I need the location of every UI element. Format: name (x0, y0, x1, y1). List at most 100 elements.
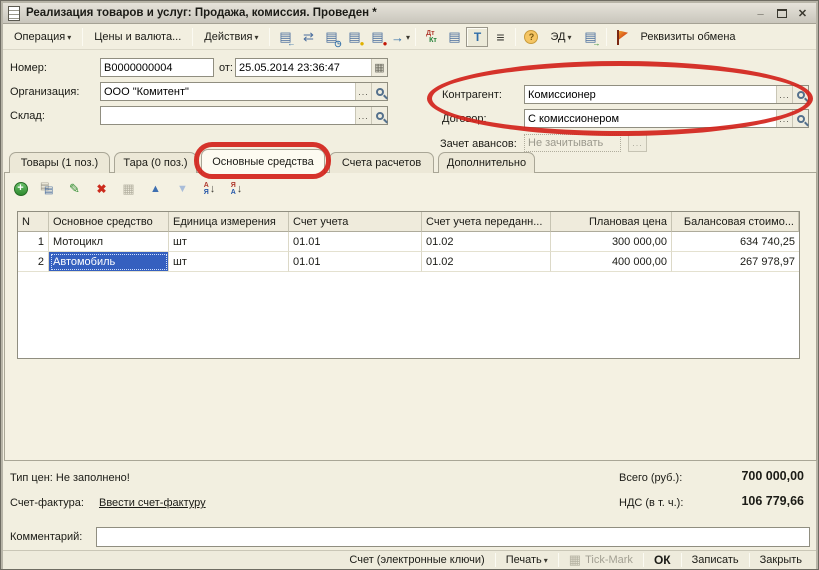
copy-icon: ▤▤ (40, 181, 55, 196)
help-button[interactable]: ? (520, 27, 542, 47)
transfer-account-cell[interactable]: 01.02 (422, 232, 551, 252)
column-header-n: N (18, 212, 49, 232)
maximize-button[interactable] (773, 6, 790, 21)
advance-offset-select-button: ... (628, 134, 647, 152)
comment-field-group (96, 527, 810, 547)
table-row: 1 Мотоцикл шт 01.01 01.02 300 000,00 634… (18, 232, 799, 252)
close-form-button[interactable]: Закрыть (752, 553, 810, 567)
tab-additional[interactable]: Дополнительно (438, 152, 535, 173)
unpost-document-button[interactable]: ▤● (366, 27, 388, 47)
book-value-cell[interactable]: 634 740,25 (672, 232, 799, 252)
list-icon: ≡ (496, 29, 504, 45)
ed-menu-button[interactable]: ЭД▾ (543, 28, 578, 46)
contractor-open-button[interactable] (792, 86, 808, 103)
tab-settlement-accounts[interactable]: Счета расчетов (329, 152, 434, 173)
transfer-account-cell[interactable]: 01.02 (422, 252, 551, 272)
repost-document-button[interactable]: ▤← (274, 27, 296, 47)
window-title: Реализация товаров и услуг: Продажа, ком… (26, 7, 377, 19)
add-row-button[interactable]: + (12, 180, 29, 197)
print-button[interactable]: Печать▾ (498, 553, 556, 567)
grid-icon: ▦ (569, 552, 581, 568)
edit-row-button[interactable]: ✎ (66, 180, 83, 197)
total-label: Всего (руб.): (619, 472, 682, 484)
timeline-toggle-button[interactable]: Т (466, 27, 488, 47)
exchange-attributes-label[interactable]: Реквизиты обмена (634, 28, 743, 46)
unit-cell[interactable]: шт (169, 232, 289, 252)
move-row-up-button[interactable]: ▲ (147, 180, 164, 197)
account-cell[interactable]: 01.01 (289, 252, 422, 272)
dt-kt-postings-button[interactable]: ДтКт (420, 27, 442, 47)
ok-button[interactable]: ОК (646, 552, 679, 568)
vat-value: 106 779,66 (741, 494, 804, 508)
date-input[interactable] (236, 59, 371, 76)
comment-input[interactable] (97, 528, 809, 546)
minimize-button[interactable]: _ (752, 6, 769, 21)
document-report-button[interactable]: ▤ (443, 27, 465, 47)
invoice-electronic-keys-button[interactable]: Счет (электронные ключи) (341, 553, 492, 567)
edo-document-button[interactable]: ▤→ (580, 27, 602, 47)
row-number-cell[interactable]: 2 (18, 252, 49, 272)
planned-price-cell[interactable]: 400 000,00 (551, 252, 672, 272)
operation-menu-button[interactable]: Операция▾ (7, 28, 78, 46)
fixed-assets-table: N Основное средство Единица измерения Сч… (17, 211, 800, 359)
row-number-cell[interactable]: 1 (18, 232, 49, 252)
save-button[interactable]: Записать (684, 553, 747, 567)
organization-field-group: ... (100, 82, 388, 101)
organization-input[interactable] (101, 83, 355, 100)
organization-select-button[interactable]: ... (355, 83, 371, 100)
number-input[interactable] (101, 59, 213, 76)
magnifier-icon (797, 91, 805, 99)
tab-tare[interactable]: Тара (0 поз.) (114, 152, 197, 173)
delete-row-button[interactable]: ✖ (93, 180, 110, 197)
organization-open-button[interactable] (371, 83, 387, 100)
unit-cell[interactable]: шт (169, 252, 289, 272)
warehouse-select-button[interactable]: ... (355, 107, 371, 124)
sort-descending-button[interactable]: ЯА↓ (228, 180, 245, 197)
toolbar-separator (415, 28, 416, 46)
copy-row-button[interactable]: ▤▤ (39, 180, 56, 197)
pencil-icon: ✎ (69, 181, 80, 197)
buttonbar-separator (495, 553, 496, 567)
toolbar-separator (515, 28, 516, 46)
main-toolbar: Операция▾ Цены и валюта... Действия▾ ▤← … (3, 25, 816, 50)
contract-select-button[interactable]: ... (776, 110, 792, 127)
magnifier-icon (376, 88, 384, 96)
asset-cell[interactable]: Мотоцикл (49, 232, 169, 252)
close-button[interactable]: ✕ (794, 6, 811, 21)
go-to-button[interactable]: →▾ (389, 27, 411, 47)
book-value-cell[interactable]: 267 978,97 (672, 252, 799, 272)
arrow-up-icon: ▲ (150, 183, 161, 195)
prices-currency-button[interactable]: Цены и валюта... (87, 28, 188, 46)
coin-icon: ● (360, 39, 365, 48)
dt-kt-icon: ДтКт (426, 30, 437, 44)
list-settings-button[interactable]: ≡ (489, 27, 511, 47)
flag-icon (615, 30, 628, 45)
refresh-exchange-button[interactable]: ⇄ (297, 27, 319, 47)
contract-open-button[interactable] (792, 110, 808, 127)
warehouse-input[interactable] (101, 107, 355, 124)
post-document-button[interactable]: ▤● (343, 27, 365, 47)
contractor-select-button[interactable]: ... (776, 86, 792, 103)
buttonbar-separator (558, 553, 559, 567)
table-row: 2 Автомобиль шт 01.01 01.02 400 000,00 2… (18, 252, 799, 272)
tab-fixed-assets[interactable]: Основные средства (201, 149, 325, 174)
contract-field-group: ... (524, 109, 809, 128)
actions-menu-button[interactable]: Действия▾ (197, 28, 265, 46)
contractor-input[interactable] (525, 86, 776, 103)
account-cell[interactable]: 01.01 (289, 232, 422, 252)
number-field-group (100, 58, 214, 77)
warehouse-open-button[interactable] (371, 107, 387, 124)
move-row-down-button[interactable]: ▼ (174, 180, 191, 197)
sort-ascending-button[interactable]: АЯ↓ (201, 180, 218, 197)
contract-input[interactable] (525, 110, 776, 127)
calendar-button[interactable]: ▦ (371, 59, 387, 76)
tab-goods[interactable]: Товары (1 поз.) (9, 152, 110, 173)
exchange-attributes-button[interactable] (611, 27, 633, 47)
delete-cross-icon: ✖ (96, 182, 106, 196)
preview-document-button[interactable]: ▤◷ (320, 27, 342, 47)
asset-cell-selected[interactable]: Автомобиль (49, 252, 169, 272)
column-header-unit: Единица измерения (169, 212, 289, 232)
planned-price-cell[interactable]: 300 000,00 (551, 232, 672, 252)
magnifier-icon (376, 112, 384, 120)
enter-invoice-link[interactable]: Ввести счет-фактуру (99, 497, 206, 509)
